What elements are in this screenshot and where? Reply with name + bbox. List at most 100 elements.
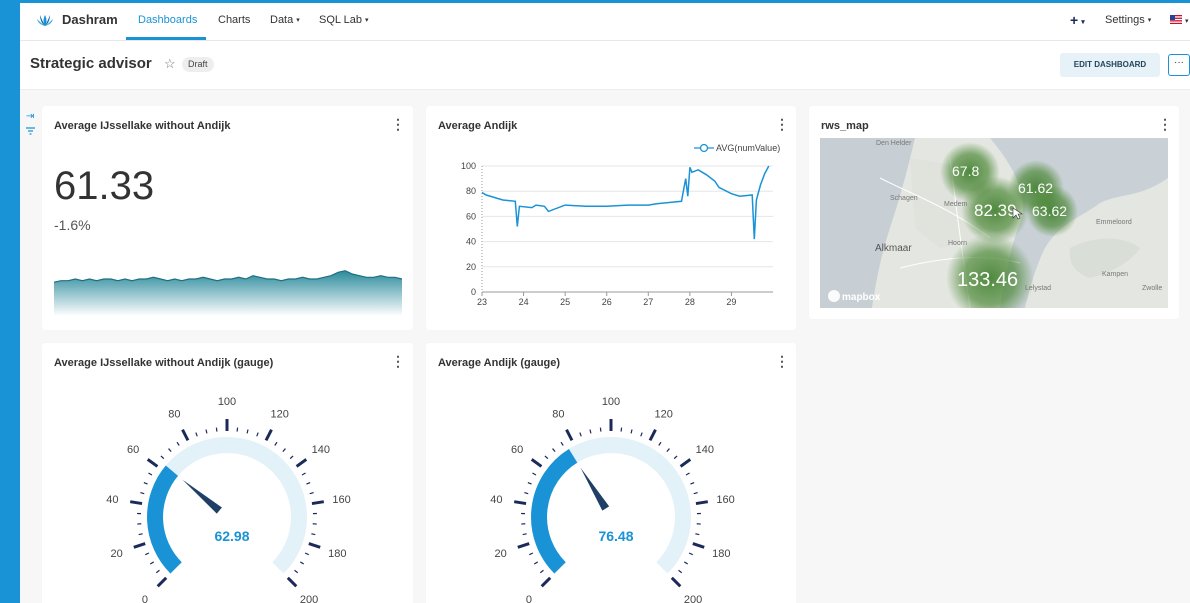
top-nav: Dashram Dashboards Charts Data ▾ SQL Lab ▾… — [20, 3, 1190, 41]
brand-logo[interactable]: Dashram — [34, 12, 118, 27]
trendline-area — [54, 270, 402, 316]
gauge-minor-tick — [693, 491, 698, 495]
gauge-minor-tick — [685, 472, 690, 476]
big-number-card: Average IJssellake without Andijk ⋮ 61.3… — [42, 106, 413, 330]
gauge-major-tick — [156, 576, 168, 588]
gauge-card-1: Average IJssellake without Andijk (gauge… — [42, 343, 413, 603]
gauge-tick-label: 20 — [111, 548, 123, 560]
gauge-tick-label: 40 — [490, 494, 502, 506]
gauge-major-tick — [286, 576, 298, 588]
gauge-major-tick — [264, 429, 273, 442]
map-svg[interactable]: Den Helder Schagen Medem Hoorn Emmeloord… — [820, 138, 1168, 308]
edit-dashboard-button[interactable]: EDIT DASHBOARD — [1060, 53, 1160, 77]
big-number-value: 61.33 — [54, 164, 155, 208]
gauge-major-tick — [146, 458, 159, 468]
nav-charts[interactable]: Charts — [218, 14, 250, 26]
brand-logo-icon — [37, 14, 53, 26]
plus-icon: + — [1070, 12, 1079, 28]
gauge-minor-tick — [309, 491, 314, 495]
gauge-card-2: Average Andijk (gauge) ⋮ 0 20 40 60 80 100 120… — [426, 343, 796, 603]
language-menu[interactable]: ▾ — [1170, 15, 1189, 27]
filter-icon[interactable] — [26, 125, 35, 141]
nav-dashboards[interactable]: Dashboards — [138, 14, 197, 26]
gauge-minor-tick — [539, 569, 544, 574]
dashboard-title[interactable]: Strategic advisor — [30, 55, 152, 72]
y-tick-label: 100 — [461, 161, 476, 171]
gauge-major-tick — [530, 458, 543, 468]
gauge-major-tick — [517, 542, 530, 549]
place-label: Kampen — [1102, 271, 1128, 278]
more-options-button[interactable]: ··· — [1168, 54, 1190, 76]
caret-down-icon: ▾ — [296, 17, 300, 24]
y-tick-label: 80 — [466, 186, 476, 196]
settings-label: Settings — [1105, 14, 1145, 26]
gauge-minor-tick — [246, 429, 249, 434]
card-title: Average Andijk — [438, 120, 518, 132]
gauge-minor-tick — [294, 569, 299, 574]
nav-sql-lab[interactable]: SQL Lab ▾ — [319, 14, 369, 26]
kebab-menu-icon[interactable]: ⋮ — [391, 116, 405, 133]
place-label: Emmeloord — [1096, 219, 1132, 226]
app-window: Dashram Dashboards Charts Data ▾ SQL Lab ▾… — [20, 3, 1190, 603]
gauge-major-tick — [540, 576, 552, 588]
new-menu-button[interactable]: + ▾ — [1070, 12, 1085, 28]
y-tick-label: 60 — [466, 211, 476, 221]
dashboard-header: Strategic advisor ☆ Draft EDIT DASHBOARD… — [20, 41, 1190, 90]
gauge-tick-label: 100 — [218, 396, 236, 408]
gauge-tick-label: 160 — [716, 494, 734, 506]
favorite-star-icon[interactable]: ☆ — [164, 56, 176, 72]
nav-data[interactable]: Data ▾ — [270, 14, 300, 26]
gauge-minor-tick — [289, 455, 294, 460]
us-flag-icon — [1170, 15, 1182, 24]
expand-icon[interactable]: ⇥ — [26, 109, 35, 125]
draft-badge[interactable]: Draft — [182, 57, 214, 72]
legend-marker — [699, 143, 709, 153]
nav-data-label: Data — [270, 14, 294, 26]
gauge-minor-tick — [149, 561, 154, 565]
gauge-major-tick — [565, 429, 574, 442]
cluster-label: 63.62 — [1032, 203, 1067, 219]
gauge-minor-tick — [301, 472, 306, 476]
series-line — [481, 165, 770, 240]
mapbox-logo[interactable]: mapbox — [828, 290, 881, 303]
cluster-label: 67.8 — [952, 163, 979, 179]
gauge-tick-label: 120 — [270, 409, 288, 421]
gauge-minor-tick — [529, 552, 534, 556]
gauge-tick-label: 60 — [511, 444, 523, 456]
gauge-tick-label: 140 — [696, 444, 714, 456]
gauge-major-tick — [295, 458, 308, 468]
gauge-major-tick — [308, 542, 321, 549]
gauge-needle — [182, 479, 222, 514]
gauge-minor-tick — [560, 441, 564, 446]
x-tick-label: 26 — [602, 297, 612, 307]
cluster-label: 82.39 — [974, 201, 1017, 220]
x-tick-label: 25 — [560, 297, 570, 307]
trendline-chart — [54, 270, 402, 316]
gauge-minor-tick — [532, 472, 537, 476]
gauge-major-tick — [129, 500, 143, 506]
gauge-minor-tick — [640, 432, 643, 437]
gauge-tick-label: 100 — [602, 396, 620, 408]
gauge-minor-tick — [306, 482, 311, 485]
x-tick-label: 24 — [519, 297, 529, 307]
place-label: Den Helder — [876, 140, 912, 147]
card-title: Average IJssellake without Andijk — [54, 120, 231, 132]
map-canvas[interactable]: Den Helder Schagen Medem Hoorn Emmeloord… — [820, 138, 1168, 308]
kebab-menu-icon[interactable]: ⋮ — [775, 116, 789, 133]
gauge-minor-tick — [145, 552, 150, 556]
gauge-minor-tick — [690, 482, 695, 485]
gauge-minor-tick — [579, 432, 582, 437]
gauge-track — [147, 436, 307, 574]
gauge-minor-tick — [533, 561, 538, 565]
gauge-minor-tick — [589, 429, 592, 434]
gauge-minor-tick — [160, 455, 165, 460]
legend[interactable]: AVG(numValue) — [694, 143, 780, 153]
kebab-menu-icon[interactable]: ⋮ — [1158, 116, 1172, 133]
settings-menu[interactable]: Settings ▾ — [1105, 14, 1151, 26]
gauge-minor-tick — [630, 429, 633, 434]
caret-down-icon: ▾ — [365, 17, 369, 24]
gauge-needle — [580, 467, 610, 511]
gauge-minor-tick — [666, 448, 670, 452]
x-tick-label: 29 — [726, 297, 736, 307]
gauge-minor-tick — [300, 561, 305, 565]
